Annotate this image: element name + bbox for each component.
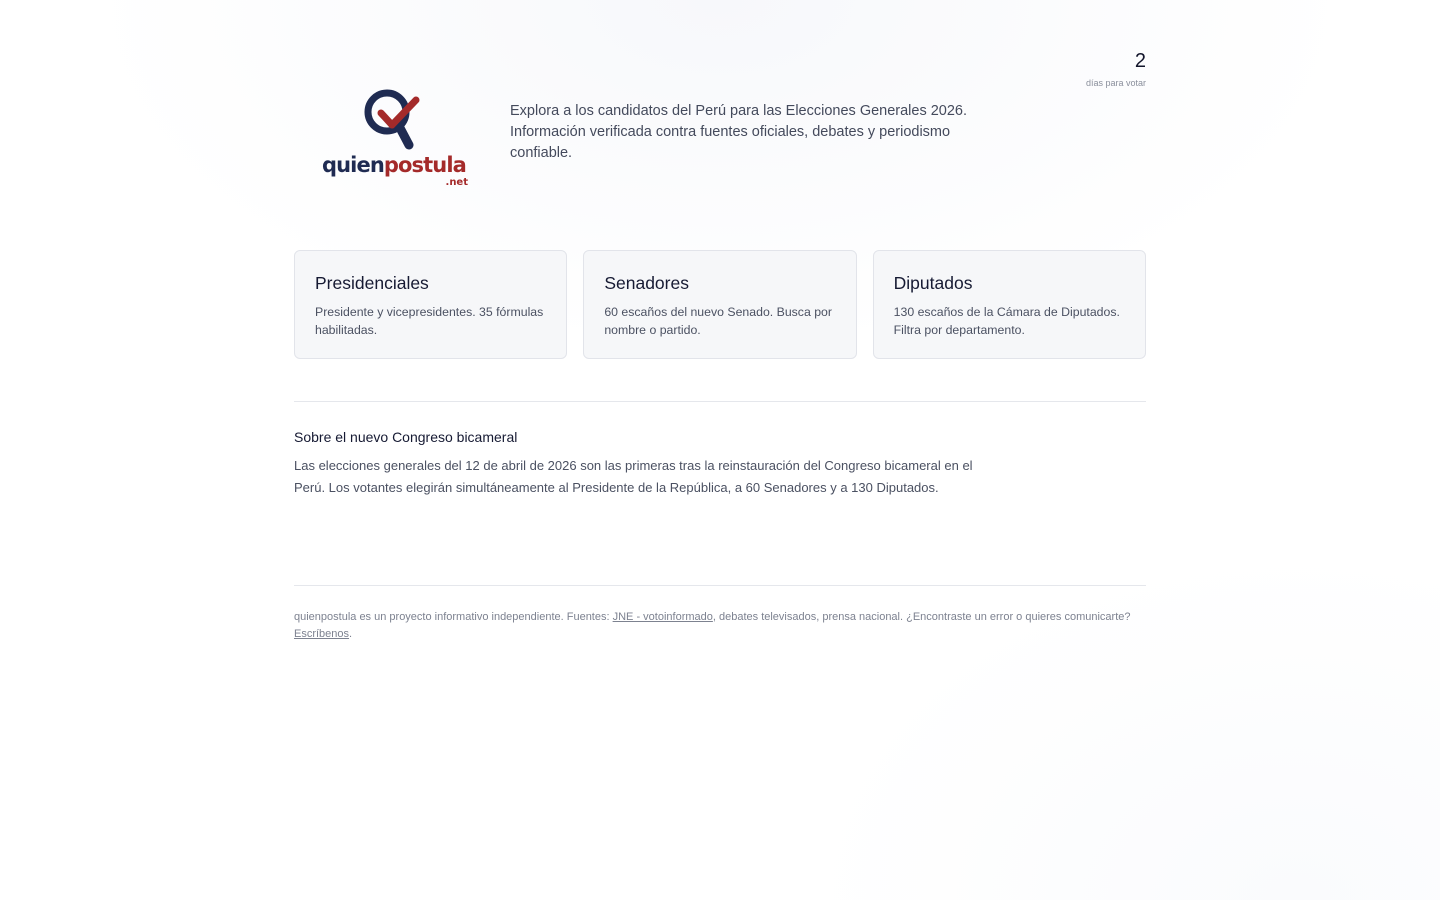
category-cards: Presidenciales Presidente y vicepresiden…: [294, 250, 1146, 359]
footer-text: quienpostula es un proyecto informativo …: [294, 611, 613, 623]
card-diputados[interactable]: Diputados 130 escaños de la Cámara de Di…: [872, 250, 1146, 359]
card-title: Diputados: [893, 273, 973, 293]
footer-text: , debates televisados, prensa nacional. …: [712, 611, 1131, 623]
card-title: Presidenciales: [315, 273, 429, 293]
site-logo[interactable]: quienpostula .net: [322, 86, 468, 190]
footer-text: .: [349, 628, 353, 640]
contact-link[interactable]: Escríbenos: [294, 628, 349, 640]
magnifier-check-icon: [364, 89, 420, 150]
card-description: Presidente y vicepresidentes. 35 fórmula…: [315, 305, 544, 337]
card-description: 130 escaños de la Cámara de Diputados. F…: [893, 305, 1120, 337]
countdown-days: 2: [1134, 50, 1146, 72]
footer: quienpostula es un proyecto informativo …: [294, 609, 1146, 643]
about-title: Sobre el nuevo Congreso bicameral: [294, 429, 518, 445]
intro-text: Explora a los candidatos del Perú para l…: [510, 103, 968, 161]
card-title: Senadores: [604, 273, 689, 293]
logo-wordmark: quienpostula: [322, 153, 467, 177]
card-senadores[interactable]: Senadores 60 escaños del nuevo Senado. B…: [583, 250, 857, 359]
page-container: 2 días para votar quienpostula .net Expl…: [294, 0, 1146, 900]
countdown-label: días para votar: [1085, 78, 1146, 88]
card-description: 60 escaños del nuevo Senado. Busca por n…: [604, 305, 832, 337]
footer-divider: [294, 585, 1146, 586]
about-text: Las elecciones generales del 12 de abril…: [294, 458, 973, 495]
logo-domain-suffix: .net: [445, 177, 468, 188]
section-divider: [294, 401, 1146, 402]
card-presidenciales[interactable]: Presidenciales Presidente y vicepresiden…: [294, 250, 568, 359]
election-countdown: 2 días para votar: [1086, 49, 1146, 89]
jne-sources-link[interactable]: JNE - votoinformado: [613, 611, 713, 623]
